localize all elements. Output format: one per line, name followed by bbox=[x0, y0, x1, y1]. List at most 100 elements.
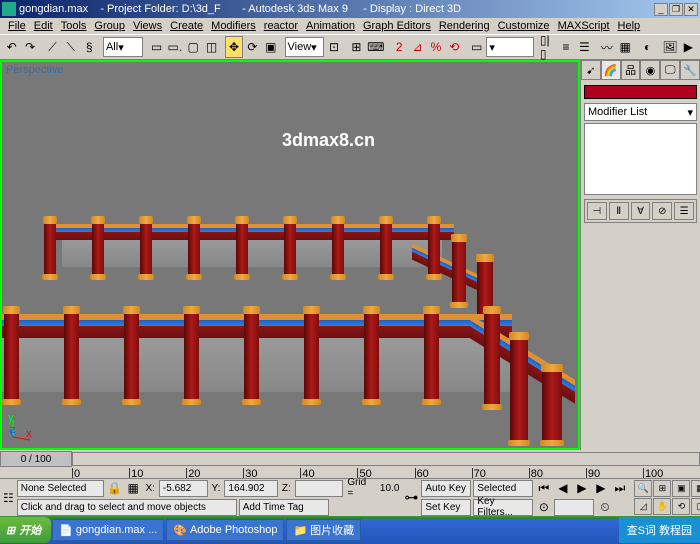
menu-views[interactable]: Views bbox=[129, 20, 166, 32]
y-coord-field[interactable]: 164.902 bbox=[224, 480, 277, 497]
taskbar-item[interactable]: 🎨Adobe Photoshop bbox=[166, 519, 284, 541]
select-button[interactable]: ▭ bbox=[148, 36, 165, 58]
zoom-extents-all-button[interactable]: ▦ bbox=[691, 480, 700, 497]
fov-button[interactable]: ◿ bbox=[634, 498, 652, 515]
menu-animation[interactable]: Animation bbox=[302, 20, 359, 32]
pin-stack-button[interactable]: ⊣ bbox=[587, 202, 607, 220]
schematic-view-button[interactable]: ▦ bbox=[616, 36, 633, 58]
menu-tools[interactable]: Tools bbox=[57, 20, 91, 32]
menu-group[interactable]: Group bbox=[90, 20, 129, 32]
prev-frame-button[interactable]: ◀ bbox=[554, 480, 571, 497]
material-editor-button[interactable]: ◐ bbox=[639, 36, 656, 58]
taskbar-item[interactable]: 📁图片收藏 bbox=[286, 519, 361, 541]
select-name-button[interactable]: ▭. bbox=[166, 36, 183, 58]
setkey-button[interactable]: Set Key bbox=[421, 499, 471, 516]
selection-filter-combo[interactable]: All ▾ bbox=[103, 37, 143, 57]
redo-button[interactable]: ↷ bbox=[21, 36, 38, 58]
goto-start-button[interactable]: ⏮ bbox=[535, 480, 552, 497]
scale-button[interactable]: ▣ bbox=[262, 36, 279, 58]
key-mode-button[interactable]: ⊶ bbox=[403, 481, 419, 515]
system-tray[interactable]: 查S词 教程园 bbox=[619, 517, 700, 543]
menu-reactor[interactable]: reactor bbox=[260, 20, 302, 32]
trackbar-toggle-button[interactable]: ☷ bbox=[2, 487, 15, 509]
modify-tab[interactable]: 🌈 bbox=[601, 60, 621, 80]
pan-button[interactable]: ✋ bbox=[653, 498, 671, 515]
selection-status: None Selected bbox=[17, 480, 104, 497]
bind-spacewarp-button[interactable]: § bbox=[81, 36, 98, 58]
render-scene-button[interactable]: 🖼 bbox=[661, 36, 678, 58]
restore-button[interactable]: ❐ bbox=[669, 3, 683, 16]
time-tag-field[interactable]: Add Time Tag bbox=[239, 499, 329, 516]
make-unique-button[interactable]: ∀ bbox=[631, 202, 651, 220]
current-frame-field[interactable] bbox=[554, 499, 594, 516]
named-selset-combo[interactable]: ▾ bbox=[486, 37, 533, 57]
menu-create[interactable]: Create bbox=[166, 20, 207, 32]
absolute-relative-button[interactable]: ▦ bbox=[125, 480, 142, 497]
menu-customize[interactable]: Customize bbox=[494, 20, 554, 32]
menu-help[interactable]: Help bbox=[614, 20, 645, 32]
object-color-swatch[interactable] bbox=[584, 85, 697, 99]
x-coord-field[interactable]: -5.682 bbox=[159, 480, 208, 497]
zoom-all-button[interactable]: ⊞ bbox=[653, 480, 671, 497]
window-crossing-button[interactable]: ◫ bbox=[203, 36, 220, 58]
menu-grapheditors[interactable]: Graph Editors bbox=[359, 20, 435, 32]
spinner-snap-button[interactable]: ⟲ bbox=[446, 36, 463, 58]
menu-maxscript[interactable]: MAXScript bbox=[554, 20, 614, 32]
menu-edit[interactable]: Edit bbox=[30, 20, 57, 32]
rotate-button[interactable]: ⟳ bbox=[244, 36, 261, 58]
move-button[interactable]: ✥ bbox=[225, 36, 242, 58]
play-button[interactable]: ▶ bbox=[573, 480, 590, 497]
time-slider-thumb[interactable]: 0 / 100 bbox=[0, 451, 72, 467]
named-selset-button[interactable]: ▭ bbox=[468, 36, 485, 58]
maximize-viewport-button[interactable]: ▢ bbox=[691, 498, 700, 515]
create-tab[interactable]: ➹ bbox=[581, 60, 601, 80]
key-selset-combo[interactable]: Selected bbox=[473, 480, 533, 497]
minimize-button[interactable]: _ bbox=[654, 3, 668, 16]
remove-modifier-button[interactable]: ⊘ bbox=[652, 202, 672, 220]
link-button[interactable]: ⟋ bbox=[44, 36, 61, 58]
time-slider[interactable]: 0 / 100 bbox=[0, 450, 700, 468]
close-button[interactable]: ✕ bbox=[684, 3, 698, 16]
modifier-stack-list[interactable] bbox=[584, 123, 697, 195]
motion-tab[interactable]: ◉ bbox=[640, 60, 660, 80]
display-tab[interactable]: 🖵 bbox=[660, 60, 680, 80]
menu-modifiers[interactable]: Modifiers bbox=[207, 20, 260, 32]
select-region-button[interactable]: ▢ bbox=[185, 36, 202, 58]
keymode-toggle-button[interactable]: ⊙ bbox=[535, 499, 552, 516]
undo-button[interactable]: ↶ bbox=[3, 36, 20, 58]
menu-rendering[interactable]: Rendering bbox=[435, 20, 494, 32]
z-coord-field[interactable] bbox=[295, 480, 344, 497]
keyfilters-button[interactable]: Key Filters... bbox=[473, 499, 533, 516]
time-track[interactable] bbox=[72, 452, 700, 466]
snap-2d-button[interactable]: 2 bbox=[391, 36, 408, 58]
menu-file[interactable]: File bbox=[4, 20, 30, 32]
snap-percent-button[interactable]: % bbox=[427, 36, 444, 58]
selection-lock-button[interactable]: 🔒 bbox=[106, 480, 123, 497]
configure-sets-button[interactable]: ☰ bbox=[674, 202, 694, 220]
manipulate-button[interactable]: ⊞ bbox=[348, 36, 365, 58]
time-config-button[interactable]: ⏲ bbox=[596, 499, 613, 516]
zoom-button[interactable]: 🔍 bbox=[634, 480, 652, 497]
hierarchy-tab[interactable]: 品 bbox=[621, 60, 641, 80]
use-center-button[interactable]: ⊡ bbox=[325, 36, 342, 58]
snap-angle-button[interactable]: ⊿ bbox=[409, 36, 426, 58]
ref-coord-combo[interactable]: View ▾ bbox=[285, 37, 325, 57]
modifier-list-dropdown[interactable]: Modifier List▾ bbox=[584, 103, 697, 121]
align-button[interactable]: ≡ bbox=[557, 36, 574, 58]
perspective-viewport[interactable]: Perspective 3dmax8.cn bbox=[0, 60, 580, 450]
quick-render-button[interactable]: ▶ bbox=[680, 36, 697, 58]
start-button[interactable]: ⊞ 开始 bbox=[0, 517, 51, 543]
mirror-button[interactable]: ▯|▯ bbox=[539, 36, 556, 58]
layers-button[interactable]: ☰ bbox=[576, 36, 593, 58]
autokey-button[interactable]: Auto Key bbox=[421, 480, 471, 497]
orbit-button[interactable]: ⟲ bbox=[672, 498, 690, 515]
next-frame-button[interactable]: ▶ bbox=[592, 480, 609, 497]
show-end-result-button[interactable]: Ⅱ bbox=[609, 202, 629, 220]
taskbar-item[interactable]: 📄gongdian.max ... bbox=[52, 519, 164, 541]
utilities-tab[interactable]: 🔧 bbox=[680, 60, 700, 80]
keyboard-shortcut-button[interactable]: ⌨ bbox=[366, 36, 385, 58]
goto-end-button[interactable]: ⏭ bbox=[611, 480, 628, 497]
zoom-extents-button[interactable]: ▣ bbox=[672, 480, 690, 497]
unlink-button[interactable]: ⟍ bbox=[62, 36, 79, 58]
curve-editor-button[interactable]: 〰 bbox=[598, 36, 615, 58]
